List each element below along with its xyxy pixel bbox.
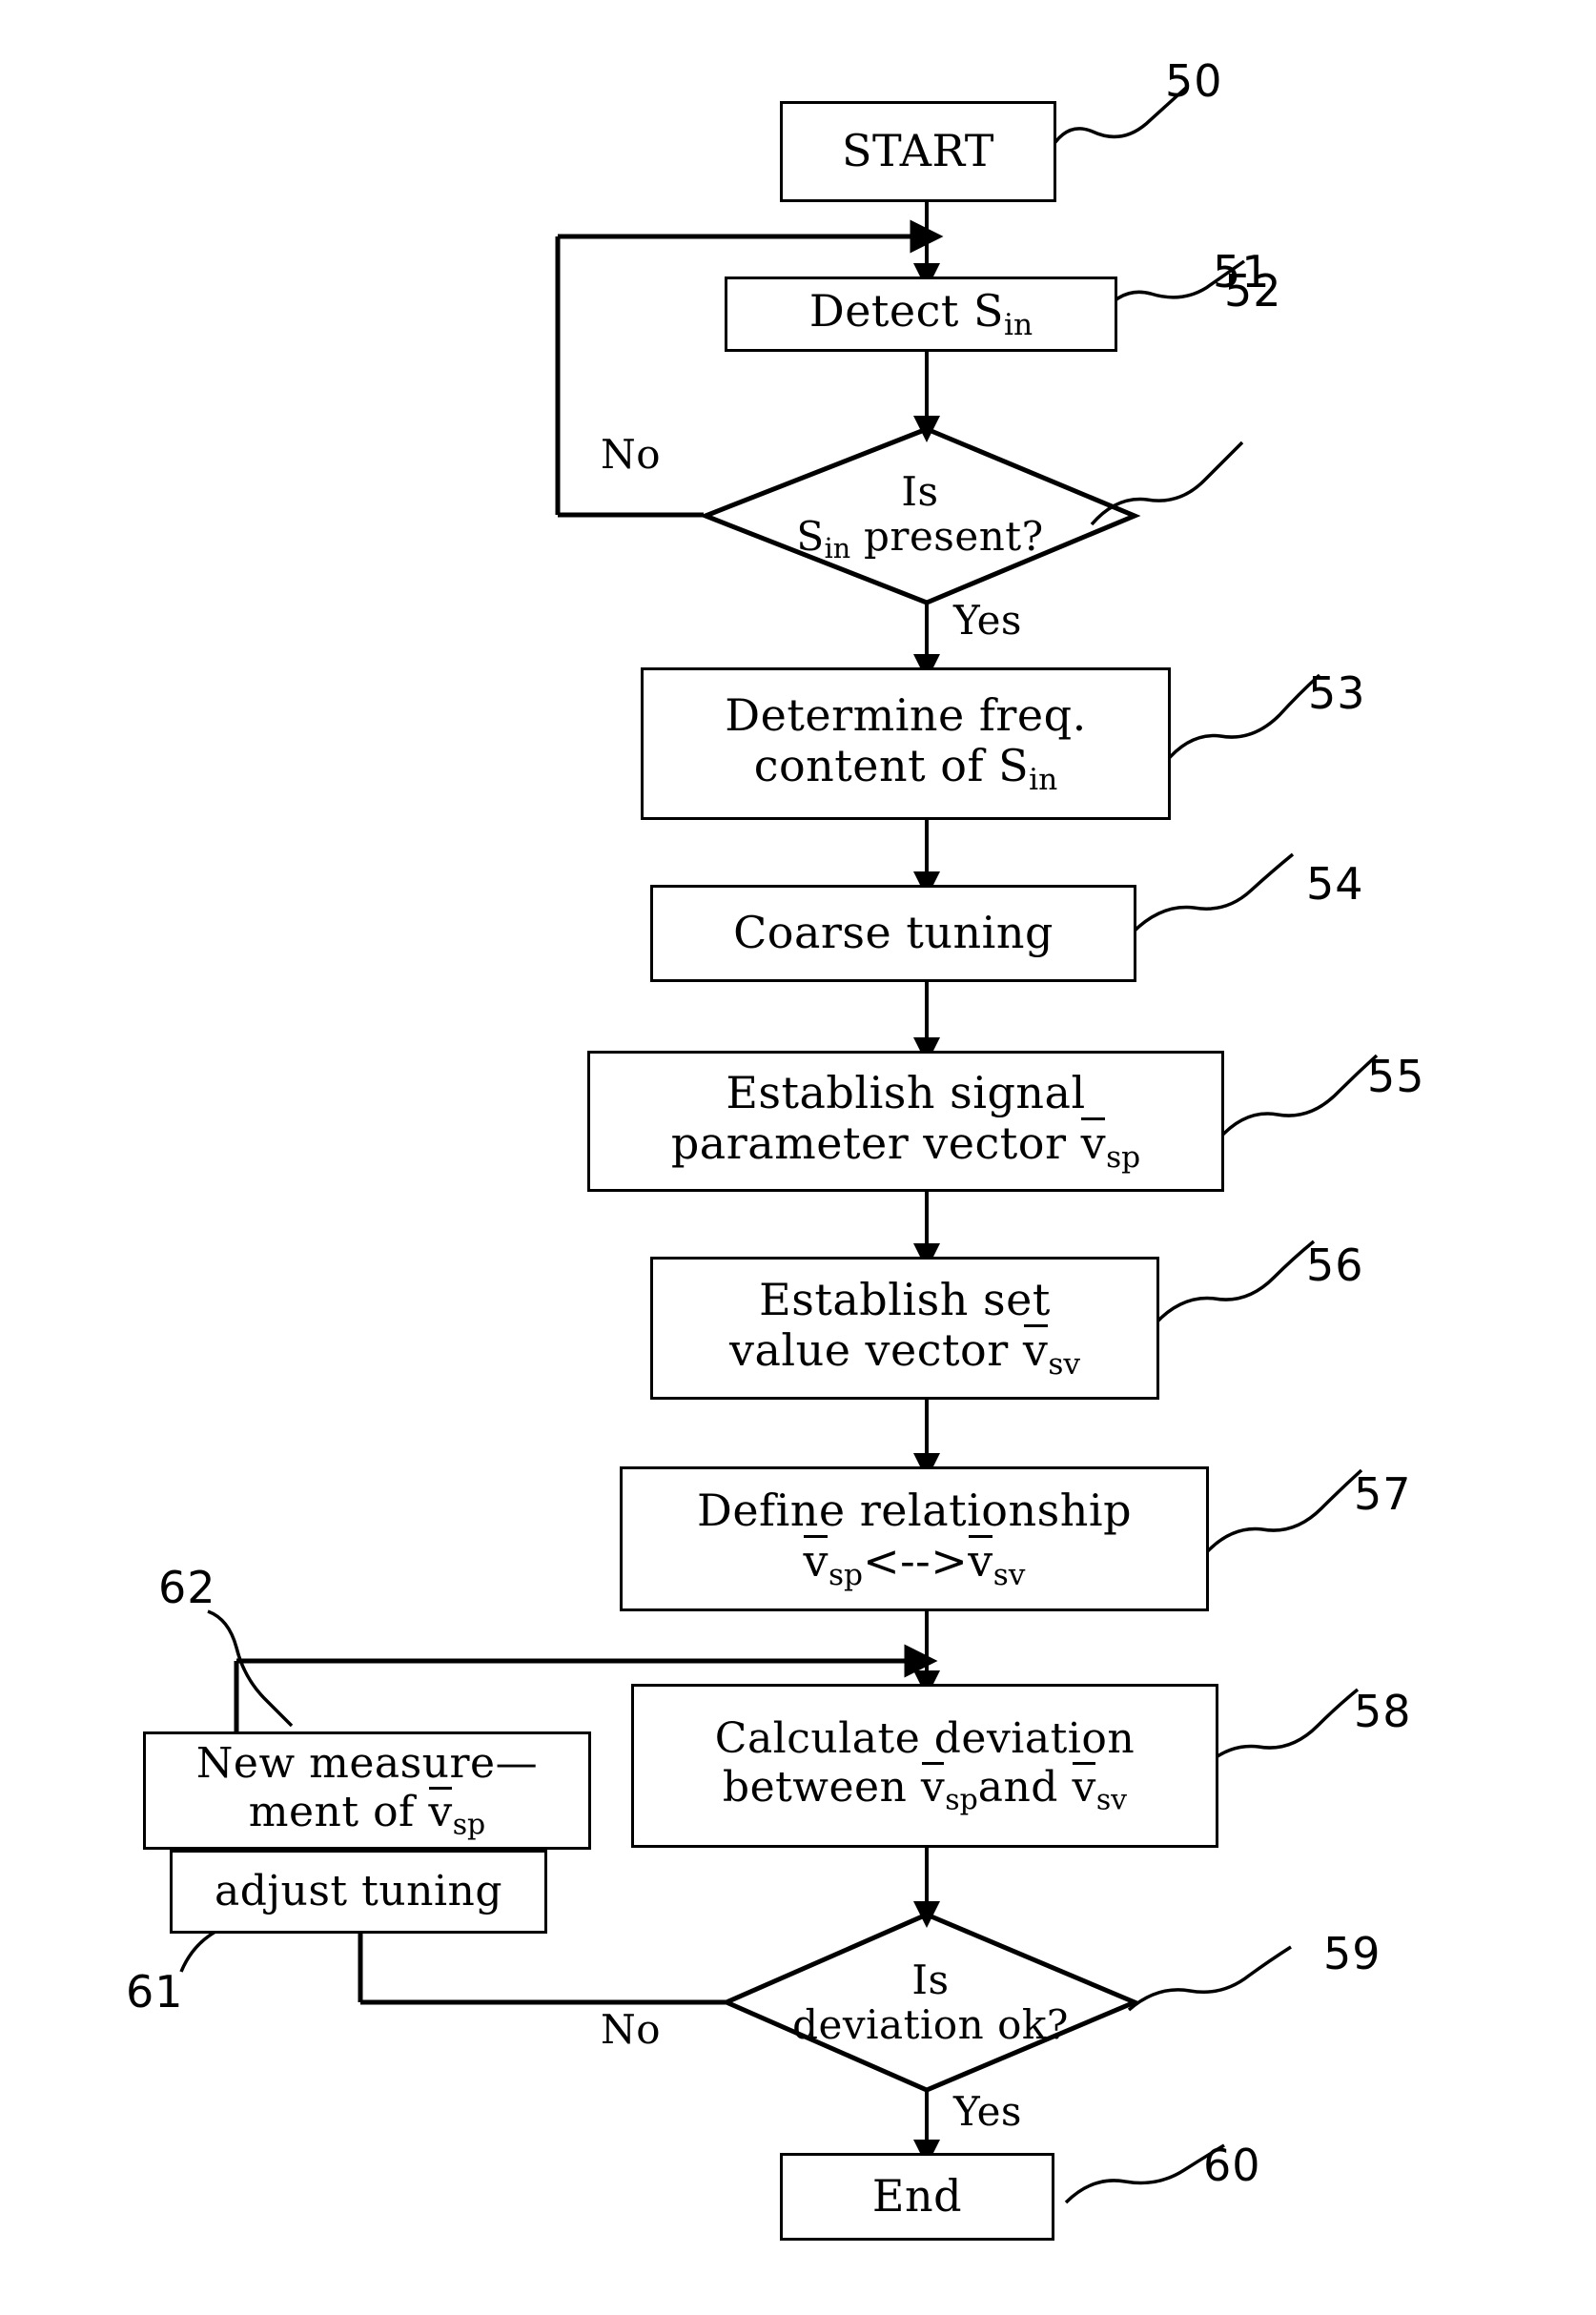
node-establish-signal-vector[interactable]: Establish signal parameter vector vsp bbox=[587, 1051, 1224, 1192]
node-detect-sin-label: Detect Sin bbox=[808, 284, 1033, 342]
decision59-line2: deviation ok? bbox=[792, 2001, 1069, 2048]
node-new-measurement-label: New measure— ment of vsp bbox=[195, 1738, 539, 1842]
leader-53 bbox=[1163, 673, 1321, 765]
decision59-line1: Is bbox=[911, 1956, 950, 2003]
leader-54 bbox=[1131, 852, 1295, 934]
node-decision-sin-present[interactable]: Is Sin present? bbox=[706, 429, 1135, 603]
ref-numeral-50: 50 bbox=[1165, 55, 1223, 107]
edge-label-yes-52: Yes bbox=[953, 597, 1022, 644]
node-define-relationship[interactable]: Define relationship vsp<-->vsv bbox=[620, 1466, 1209, 1611]
ref-numeral-56: 56 bbox=[1306, 1239, 1364, 1291]
ref-numeral-55: 55 bbox=[1367, 1051, 1425, 1102]
leader-59 bbox=[1127, 1945, 1292, 2012]
node-end-label: End bbox=[871, 2170, 963, 2223]
node-start-label: START bbox=[842, 125, 994, 177]
leader-58 bbox=[1197, 1688, 1360, 1773]
node-establish-set-vector-label: Establish set value vector vsv bbox=[728, 1273, 1081, 1382]
node-end[interactable]: End bbox=[780, 2153, 1054, 2241]
ref-numeral-57: 57 bbox=[1354, 1468, 1412, 1520]
ref-numeral-58: 58 bbox=[1354, 1686, 1412, 1737]
leader-56 bbox=[1154, 1239, 1316, 1325]
edge-label-no-59: No bbox=[601, 2006, 662, 2053]
node-calculate-deviation[interactable]: Calculate deviation between vspand vsv bbox=[631, 1684, 1218, 1848]
node-coarse-tuning[interactable]: Coarse tuning bbox=[650, 885, 1136, 982]
node-new-measurement[interactable]: New measure— ment of vsp bbox=[143, 1731, 591, 1850]
leader-60 bbox=[1064, 2143, 1225, 2204]
ref-numeral-62: 62 bbox=[158, 1562, 216, 1613]
node-decision-deviation-ok[interactable]: Is deviation ok? bbox=[726, 1915, 1135, 2090]
node-establish-signal-vector-label: Establish signal parameter vector vsp bbox=[670, 1066, 1141, 1175]
ref-numeral-53: 53 bbox=[1308, 667, 1366, 719]
decision52-line2: Sin present? bbox=[796, 512, 1044, 564]
leader-62 bbox=[207, 1609, 294, 1728]
leader-55 bbox=[1217, 1054, 1379, 1141]
node-decision-deviation-ok-label: Is deviation ok? bbox=[726, 1915, 1135, 2090]
ref-numeral-54: 54 bbox=[1306, 858, 1364, 910]
node-coarse-tuning-label: Coarse tuning bbox=[733, 907, 1054, 959]
node-start[interactable]: START bbox=[780, 101, 1056, 202]
decision52-line1: Is bbox=[901, 467, 939, 515]
node-determine-freq[interactable]: Determine freq. content of Sin bbox=[641, 667, 1171, 820]
ref-numeral-59: 59 bbox=[1323, 1928, 1381, 1979]
ref-numeral-60: 60 bbox=[1203, 2140, 1261, 2191]
node-adjust-tuning[interactable]: adjust tuning bbox=[170, 1850, 547, 1934]
flowchart-page: START Detect Sin Is Sin present? Determi… bbox=[0, 0, 1596, 2315]
ref-numeral-52: 52 bbox=[1224, 265, 1282, 317]
node-adjust-tuning-label: adjust tuning bbox=[214, 1867, 503, 1916]
node-determine-freq-label: Determine freq. content of Sin bbox=[725, 688, 1087, 797]
node-detect-sin[interactable]: Detect Sin bbox=[725, 277, 1117, 352]
leader-57 bbox=[1201, 1468, 1363, 1558]
node-decision-sin-present-label: Is Sin present? bbox=[706, 429, 1135, 603]
node-define-relationship-label: Define relationship vsp<-->vsv bbox=[696, 1484, 1133, 1592]
ref-numeral-61: 61 bbox=[126, 1966, 184, 2018]
node-calculate-deviation-label: Calculate deviation between vspand vsv bbox=[714, 1713, 1136, 1817]
node-establish-set-vector[interactable]: Establish set value vector vsv bbox=[650, 1257, 1159, 1400]
edge-label-no-52: No bbox=[601, 431, 662, 478]
edge-label-yes-59: Yes bbox=[953, 2088, 1022, 2135]
